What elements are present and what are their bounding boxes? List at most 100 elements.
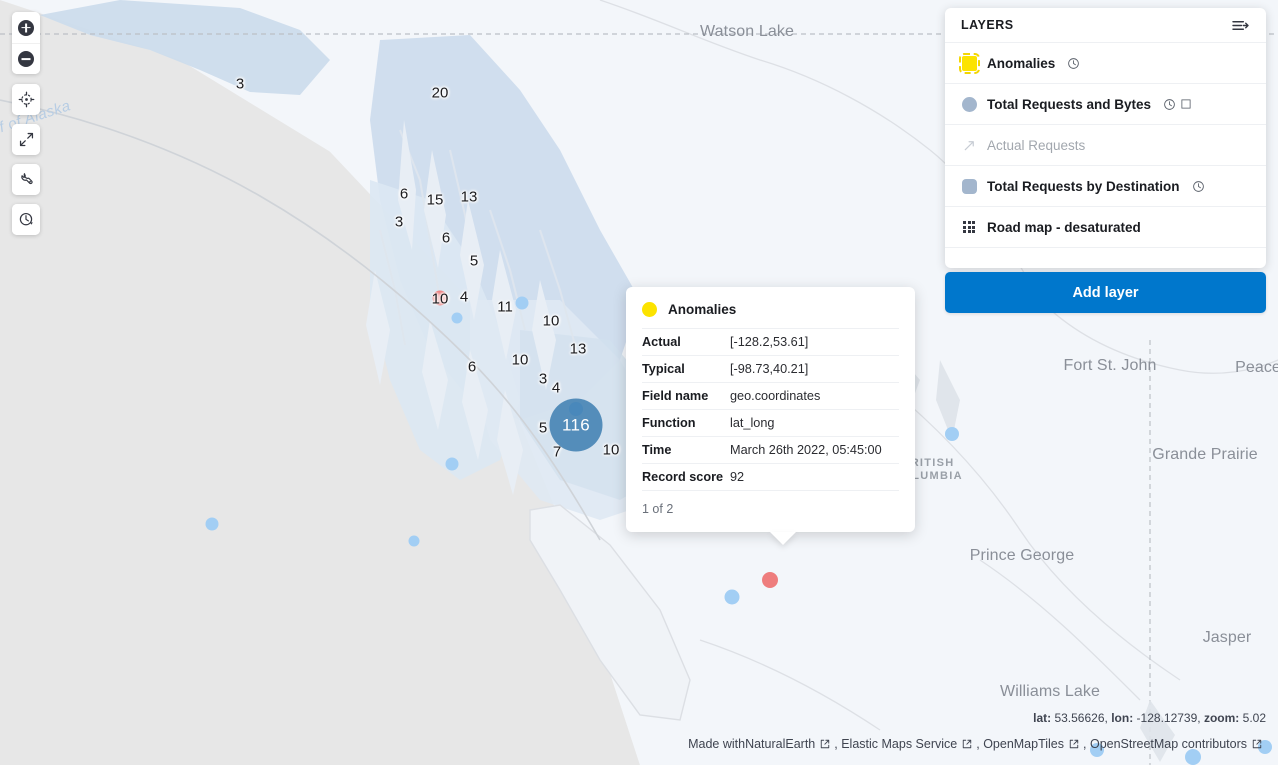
tooltip-row-key: Actual	[642, 335, 730, 349]
tooltip-row-key: Time	[642, 443, 730, 457]
map-application: Gulf of Alaska	[0, 0, 1278, 765]
region-count-label: 6	[400, 186, 408, 203]
zoom-in-button[interactable]	[12, 12, 40, 43]
tooltip-row-value: 92	[730, 470, 744, 484]
attribution-link[interactable]: NaturalEarth	[745, 737, 815, 751]
place-label: Grande Prairie	[1152, 446, 1257, 464]
tooltip-row: TimeMarch 26th 2022, 05:45:00	[642, 436, 899, 463]
layer-color-swatch-circle	[962, 97, 977, 112]
request-marker[interactable]	[516, 297, 529, 310]
request-marker[interactable]	[409, 536, 420, 547]
plus-circle-icon	[18, 20, 34, 36]
external-link-icon	[1069, 739, 1079, 749]
tooltip-row: Functionlat_long	[642, 409, 899, 436]
layer-row[interactable]: Anomalies	[945, 43, 1266, 84]
layer-row[interactable]: Actual Requests	[945, 125, 1266, 166]
layer-swatch	[961, 178, 977, 194]
tooltip-row-value: geo.coordinates	[730, 389, 820, 403]
cluster-marker[interactable]: 116	[550, 399, 603, 452]
tooltip-pager: 1 of 2	[642, 490, 899, 532]
attribution-link[interactable]: Elastic Maps Service	[841, 737, 957, 751]
layers-panel: LAYERS Anomalies Total Requests and Bytes…	[945, 8, 1266, 268]
clock-icon[interactable]	[1163, 98, 1176, 111]
clock-icon[interactable]	[1067, 57, 1080, 70]
lon-value: -128.12739	[1137, 711, 1198, 725]
region-count-label: 13	[570, 341, 587, 358]
tooltip-header: Anomalies	[626, 287, 915, 328]
tooltip-row-key: Record score	[642, 470, 730, 484]
tooltip-row-key: Typical	[642, 362, 730, 376]
layer-row[interactable]: Total Requests by Destination	[945, 166, 1266, 207]
clock-icon[interactable]	[1192, 180, 1205, 193]
anomaly-marker-icon	[642, 302, 657, 317]
map-zoom-controls[interactable]	[12, 12, 40, 74]
region-count-label: 3	[539, 371, 547, 388]
attribution-link[interactable]: OpenStreetMap contributors	[1090, 737, 1247, 751]
tooltip-row: Field namegeo.coordinates	[642, 382, 899, 409]
request-marker[interactable]	[945, 427, 959, 441]
add-layer-button[interactable]: Add layer	[945, 272, 1266, 313]
clock-arrow-icon	[18, 211, 35, 228]
time-slider-control[interactable]	[12, 204, 40, 235]
lon-label: lon:	[1111, 711, 1133, 725]
request-marker[interactable]	[1185, 749, 1201, 765]
square-icon[interactable]	[1180, 98, 1192, 110]
zoom-value: 5.02	[1243, 711, 1266, 725]
layer-row-icons	[1067, 57, 1080, 70]
layers-panel-footer-pad	[945, 248, 1266, 268]
layer-label: Total Requests and Bytes	[987, 97, 1151, 112]
attribution-separator: ,	[834, 737, 841, 751]
layers-panel-title: LAYERS	[961, 18, 1014, 32]
fit-bounds-control[interactable]	[12, 84, 40, 115]
fullscreen-button[interactable]	[12, 124, 40, 155]
tooltip-row-key: Field name	[642, 389, 730, 403]
layer-row[interactable]: Road map - desaturated	[945, 207, 1266, 248]
tooltip-row-value: [-98.73,40.21]	[730, 362, 808, 376]
region-count-label: 15	[427, 192, 444, 209]
layer-swatch	[961, 219, 977, 235]
fit-bounds-button[interactable]	[12, 84, 40, 115]
anomaly-marker[interactable]	[762, 572, 778, 588]
layers-list: Anomalies Total Requests and Bytes Actual …	[945, 43, 1266, 248]
region-count-label: 10	[543, 313, 560, 330]
lat-value: 53.56626	[1054, 711, 1104, 725]
external-link-icon	[820, 739, 830, 749]
crosshair-icon	[18, 91, 35, 108]
expand-arrow-icon	[18, 131, 35, 148]
request-marker[interactable]	[206, 518, 219, 531]
region-count-label: 5	[470, 253, 478, 270]
region-count-label: 6	[442, 230, 450, 247]
tooltip-properties-table: Actual[-128.2,53.61]Typical[-98.73,40.21…	[626, 328, 915, 490]
region-count-label: 10	[512, 352, 529, 369]
region-count-label: 4	[552, 380, 560, 397]
place-label: Jasper	[1203, 629, 1252, 647]
layer-row-icons	[1163, 98, 1192, 111]
attribution-prefix: Made with	[688, 737, 745, 751]
layer-row-icons	[1192, 180, 1205, 193]
grid-icon	[963, 221, 975, 233]
region-count-label: 10	[432, 291, 449, 308]
place-label: Watson Lake	[700, 23, 794, 41]
diagonal-arrow-icon	[962, 138, 977, 153]
tools-control[interactable]	[12, 164, 40, 195]
place-label: Williams Lake	[1000, 683, 1100, 701]
collapse-panel-icon[interactable]	[1231, 18, 1250, 33]
request-marker[interactable]	[452, 313, 463, 324]
layer-color-swatch-circle	[962, 56, 977, 71]
zoom-out-button[interactable]	[12, 43, 40, 74]
region-count-label: 3	[236, 76, 244, 93]
time-slider-button[interactable]	[12, 204, 40, 235]
place-label: Peace	[1235, 359, 1278, 377]
region-count-label: 6	[468, 359, 476, 376]
layer-row[interactable]: Total Requests and Bytes	[945, 84, 1266, 125]
request-marker[interactable]	[446, 458, 459, 471]
tooltip-pointer	[770, 532, 796, 545]
request-marker[interactable]	[725, 590, 740, 605]
layer-swatch	[961, 55, 977, 71]
attribution-link[interactable]: OpenMapTiles	[983, 737, 1064, 751]
fullscreen-control[interactable]	[12, 124, 40, 155]
layer-label: Road map - desaturated	[987, 220, 1141, 235]
tooltip-row-key: Function	[642, 416, 730, 430]
tools-button[interactable]	[12, 164, 40, 195]
tooltip-title: Anomalies	[668, 302, 736, 317]
